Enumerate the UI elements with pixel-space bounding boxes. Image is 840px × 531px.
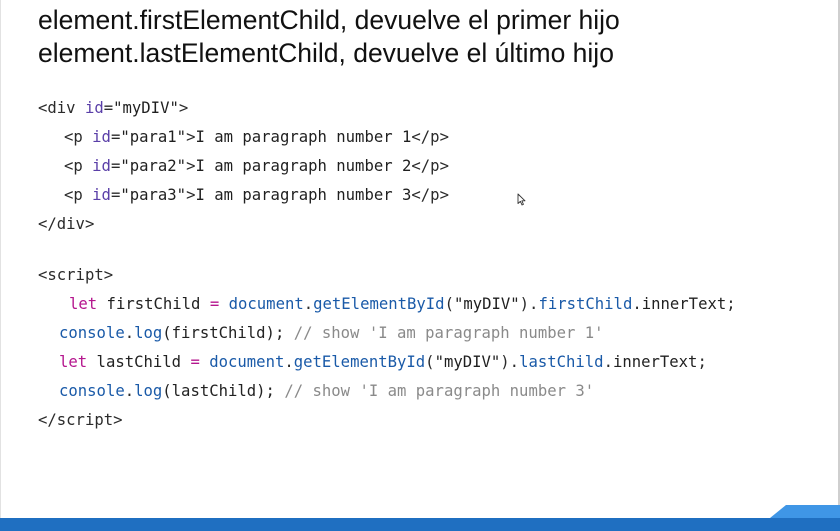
presentation-slide: element.firstElementChild, devuelve el p… xyxy=(0,0,840,531)
bottom-accent-shape xyxy=(770,505,840,518)
